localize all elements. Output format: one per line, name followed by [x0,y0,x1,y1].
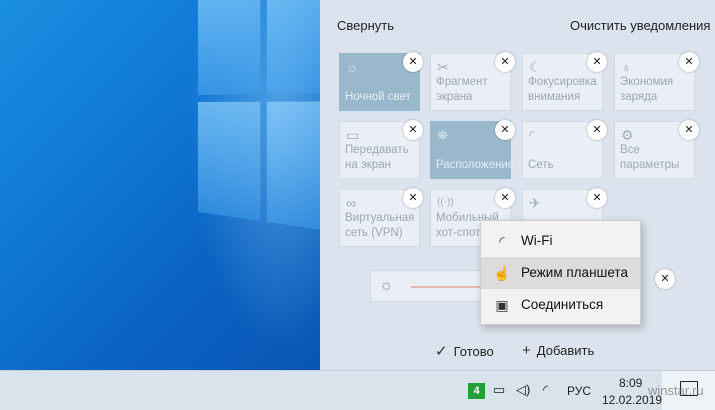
unpin-icon[interactable]: ✕ [403,52,423,72]
unpin-icon[interactable]: ✕ [587,52,607,72]
tile-label: Сеть [528,159,554,171]
tile-label: Виртуальная сеть (VPN) [345,212,415,239]
settings-gear-icon: ⚙ [621,127,634,143]
menu-item-label: Соединиться [521,297,604,312]
unpin-icon[interactable]: ✕ [403,188,423,208]
tray-app-badge[interactable]: 4 [468,383,485,399]
unpin-icon[interactable]: ✕ [495,52,515,72]
logo-pane [198,101,261,221]
logo-pane [266,101,320,233]
menu-item-tablet-mode[interactable]: ☝ Режим планшета [481,257,640,289]
desktop-wallpaper [0,0,320,370]
add-quick-action-menu: ◜ Wi-Fi ☝ Режим планшета ▣ Соединиться [480,220,641,325]
tile-label: Все параметры [620,144,680,171]
logo-pane [266,0,320,95]
project-icon: ▭ [346,127,360,143]
menu-item-connect[interactable]: ▣ Соединиться [481,289,640,321]
add-label: Добавить [536,343,595,358]
logo-pane [198,0,261,95]
unpin-icon[interactable]: ✕ [403,120,423,140]
tile-label: Фокусировка внимания [528,76,597,103]
battery-icon[interactable]: ▭ [493,382,505,398]
clock-time[interactable]: 8:09 [619,376,642,390]
menu-item-label: Режим планшета [521,265,628,280]
unpin-icon[interactable]: ✕ [587,188,607,208]
tile-label: Фрагмент экрана [436,76,488,103]
done-label: Готово [453,344,494,359]
taskbar: 4 ▭ ◁) ◜ РУС 8:09 12.02.2019 [0,370,715,410]
tile-label: Расположение [436,159,515,171]
collapse-link[interactable]: Свернуть [337,18,394,33]
night-light-icon: ☼ [346,59,359,75]
focus-assist-icon: ☾ [529,59,542,75]
add-button[interactable]: + Добавить [522,342,594,359]
plus-icon: + [522,342,531,359]
tile-label: Ночной свет [345,91,411,103]
network-tray-icon[interactable]: ◜ [543,382,548,398]
menu-item-wifi[interactable]: ◜ Wi-Fi [481,225,640,257]
watermark: winstar.ru [648,383,704,398]
volume-icon[interactable]: ◁) [516,382,530,398]
wifi-icon: ◜ [499,233,505,249]
clear-notifications-link[interactable]: Очистить уведомления [570,18,710,33]
battery-saver-icon: ♁ [621,59,632,75]
hotspot-icon: ((·)) [437,197,454,208]
tablet-mode-icon: ☝ [493,265,511,281]
unpin-icon[interactable]: ✕ [679,52,699,72]
unpin-icon[interactable]: ✕ [679,120,699,140]
windows-logo [198,0,320,244]
unpin-icon[interactable]: ✕ [495,120,515,140]
location-icon: ⛯ [437,127,449,143]
screen-snip-icon: ✂ [437,59,449,75]
checkmark-icon: ✓ [435,343,448,360]
vpn-icon: ∞ [346,195,356,211]
network-icon: ◜ [529,127,535,143]
tile-label: Передавать на экран [345,144,409,171]
menu-item-label: Wi-Fi [521,233,553,248]
unpin-icon[interactable]: ✕ [495,188,515,208]
language-indicator[interactable]: РУС [567,384,591,398]
brightness-icon: ☼ [379,277,394,294]
tile-label: Экономия заряда [620,76,674,103]
done-button[interactable]: ✓ Готово [435,342,494,360]
airplane-mode-icon: ✈ [529,195,541,211]
unpin-icon[interactable]: ✕ [655,269,675,289]
unpin-icon[interactable]: ✕ [587,120,607,140]
connect-icon: ▣ [495,297,509,313]
